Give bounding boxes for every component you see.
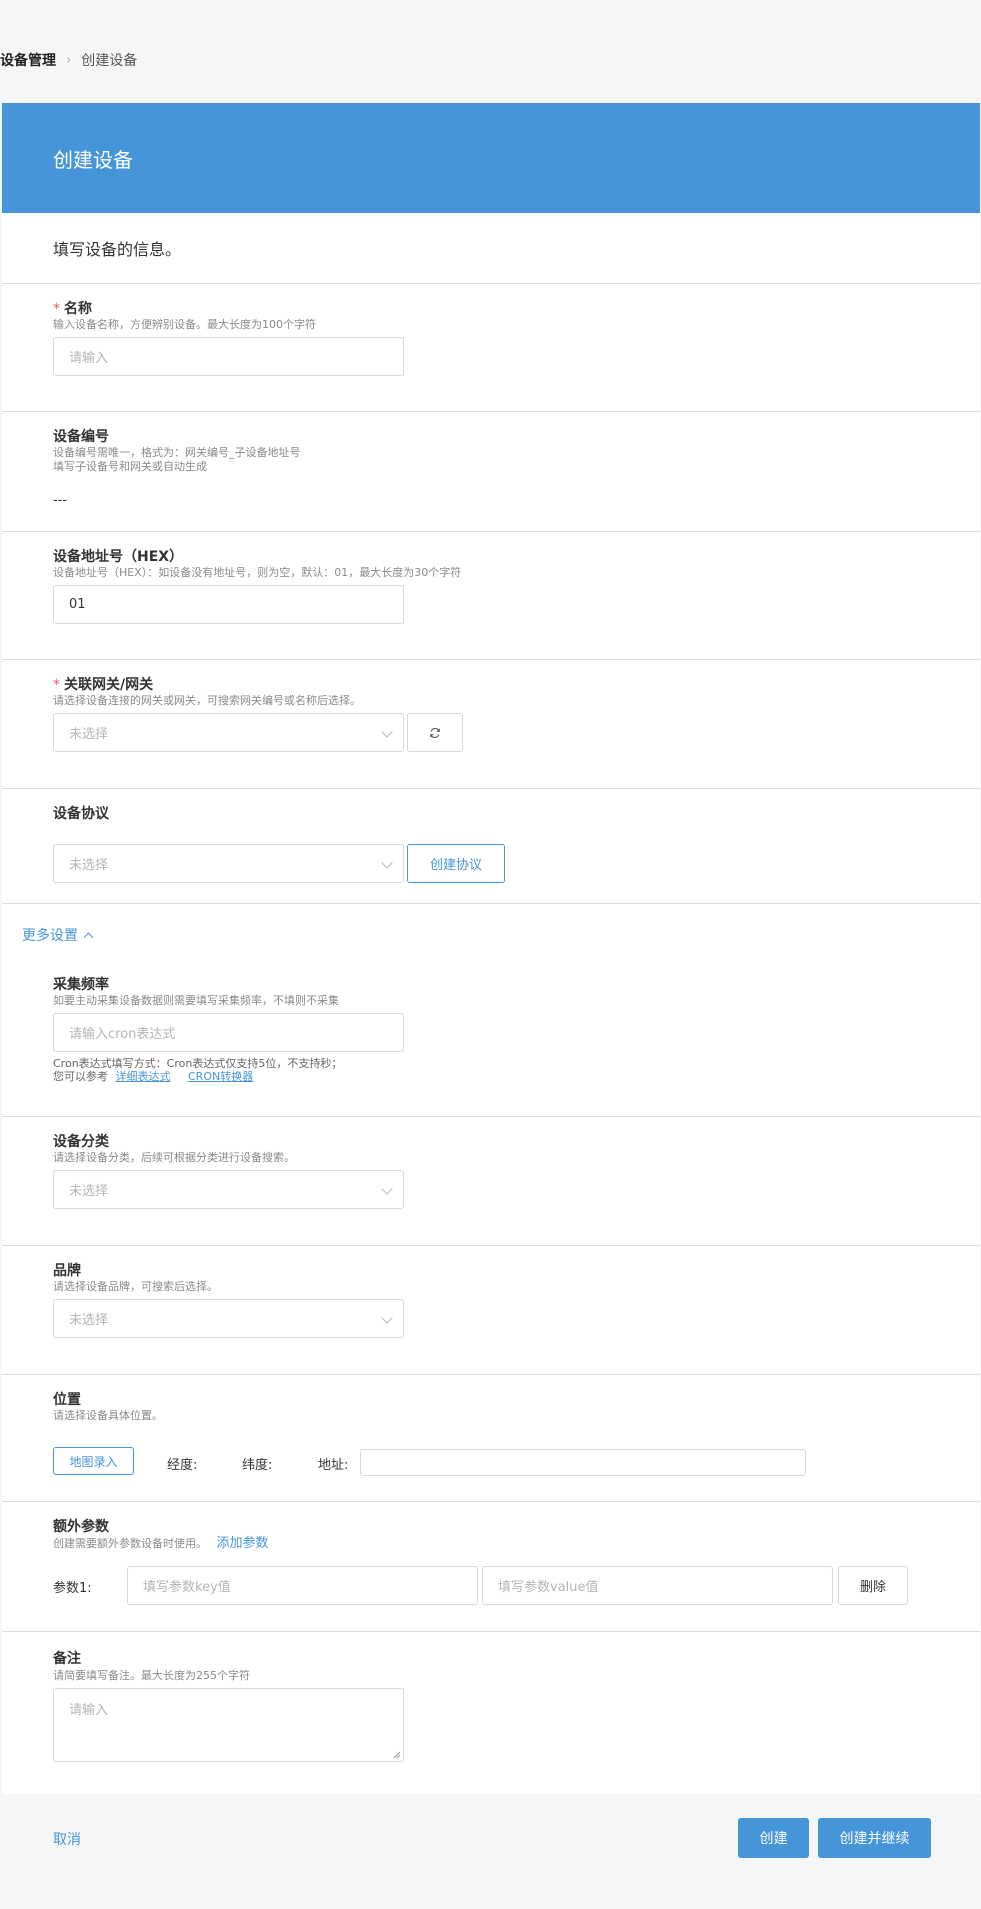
delete-param-button[interactable]: 删除: [838, 1566, 908, 1605]
form-intro: 填写设备的信息。: [2, 213, 980, 284]
name-input[interactable]: 请输入: [53, 337, 404, 376]
params-desc: 创建需要额外参数设备时使用。 添加参数: [53, 1536, 269, 1551]
gateway-title: * 关联网关/网关: [53, 677, 154, 693]
refresh-icon: [430, 727, 440, 738]
protocol-select[interactable]: 未选择: [53, 844, 404, 883]
form-card: 创建设备 填写设备的信息。 * 名称 输入设备名称，方便辨别设备。最大长度为100…: [2, 103, 980, 1794]
section-gateway: * 关联网关/网关 请选择设备连接的网关或网关，可搜索网关编号或名称后选择。 未选…: [2, 660, 980, 789]
section-device-code: 设备编号 设备编号需唯一，格式为：网关编号_子设备地址号 填写子设备号和网关或自…: [2, 412, 980, 532]
category-title: 设备分类: [53, 1134, 109, 1150]
resize-handle-icon: [393, 1751, 401, 1759]
remark-desc: 请简要填写备注。最大长度为255个字符: [53, 1669, 250, 1682]
breadcrumb-root[interactable]: 设备管理: [0, 50, 56, 70]
device-code-title: 设备编号: [53, 429, 109, 445]
category-select[interactable]: 未选择: [53, 1170, 404, 1209]
frequency-desc: 如要主动采集设备数据则需要填写采集频率，不填则不采集: [53, 994, 339, 1007]
params-title: 额外参数: [53, 1519, 109, 1535]
device-code-desc1: 设备编号需唯一，格式为：网关编号_子设备地址号: [53, 446, 301, 459]
form-footer: 取消 创建 创建并继续: [2, 1794, 980, 1884]
device-code-desc2: 填写子设备号和网关或自动生成: [53, 460, 207, 473]
required-mark: *: [53, 677, 60, 693]
address-title: 设备地址号（HEX）: [53, 549, 184, 565]
param-value-input[interactable]: 填写参数value值: [482, 1566, 833, 1605]
section-params: 额外参数 创建需要额外参数设备时使用。 添加参数 参数1: 填写参数key值 填…: [2, 1502, 980, 1632]
section-address: 设备地址号（HEX） 设备地址号（HEX）：如设备没有地址号，则为空，默认：01…: [2, 532, 980, 660]
device-code-value: ---: [53, 493, 68, 508]
cron-reference: 您可以参考 详细表达式 CRON转换器: [53, 1070, 254, 1083]
chevron-up-icon: [83, 932, 94, 942]
address-text-input[interactable]: [360, 1449, 806, 1476]
required-mark: *: [53, 301, 60, 317]
section-location: 位置 请选择设备具体位置。 地图录入 经度: 纬度: 地址:: [2, 1375, 980, 1502]
brand-desc: 请选择设备品牌，可搜索后选择。: [53, 1280, 218, 1293]
breadcrumb-current: 创建设备: [81, 53, 138, 69]
breadcrumb-chevron-icon: ›: [66, 52, 72, 68]
chevron-down-icon: [381, 726, 393, 738]
cron-input[interactable]: 请输入cron表达式: [53, 1013, 404, 1052]
address-input[interactable]: 01: [53, 585, 404, 624]
create-button[interactable]: 创建: [738, 1818, 809, 1858]
address-label: 地址:: [318, 1458, 349, 1473]
location-desc: 请选择设备具体位置。: [53, 1409, 163, 1422]
section-frequency: 采集频率 如要主动采集设备数据则需要填写采集频率，不填则不采集 请输入cron表…: [2, 968, 980, 1117]
brand-title: 品牌: [53, 1263, 81, 1279]
param-row-label: 参数1:: [53, 1581, 92, 1596]
page-title: 创建设备: [53, 147, 133, 172]
section-category: 设备分类 请选择设备分类，后续可根据分类进行设备搜索。 未选择: [2, 1117, 980, 1246]
section-brand: 品牌 请选择设备品牌，可搜索后选择。 未选择: [2, 1246, 980, 1375]
address-desc: 设备地址号（HEX）：如设备没有地址号，则为空，默认：01，最大长度为30个字符: [53, 566, 462, 579]
cron-hint: Cron表达式填写方式：Cron表达式仅支持5位，不支持秒；: [53, 1057, 343, 1070]
name-title: * 名称: [53, 301, 92, 317]
remark-title: 备注: [53, 1651, 81, 1667]
chevron-down-icon: [381, 1312, 393, 1324]
cron-converter-link[interactable]: CRON转换器: [188, 1070, 253, 1083]
refresh-button[interactable]: [407, 713, 463, 752]
latitude-label: 纬度:: [242, 1458, 273, 1473]
location-title: 位置: [53, 1392, 81, 1408]
longitude-label: 经度:: [167, 1458, 198, 1473]
breadcrumb: 设备管理 › 创建设备: [0, 50, 137, 70]
chevron-down-icon: [381, 857, 393, 869]
gateway-desc: 请选择设备连接的网关或网关，可搜索网关编号或名称后选择。: [53, 694, 361, 707]
page-header: 创建设备: [2, 103, 980, 213]
more-settings-toggle[interactable]: 更多设置: [22, 925, 94, 945]
cancel-button[interactable]: 取消: [53, 1829, 81, 1849]
name-desc: 输入设备名称，方便辨别设备。最大长度为100个字符: [53, 318, 316, 331]
frequency-title: 采集频率: [53, 977, 109, 993]
protocol-title: 设备协议: [53, 806, 109, 822]
category-desc: 请选择设备分类，后续可根据分类进行设备搜索。: [53, 1151, 295, 1164]
create-and-continue-button[interactable]: 创建并继续: [818, 1818, 931, 1858]
section-name: * 名称 输入设备名称，方便辨别设备。最大长度为100个字符 请输入: [2, 284, 980, 412]
section-protocol: 设备协议 未选择 创建协议: [2, 789, 980, 904]
section-remark: 备注 请简要填写备注。最大长度为255个字符 请输入: [2, 1632, 980, 1772]
param-key-input[interactable]: 填写参数key值: [127, 1566, 478, 1605]
add-param-link[interactable]: 添加参数: [217, 1536, 269, 1551]
map-entry-button[interactable]: 地图录入: [53, 1447, 134, 1475]
brand-select[interactable]: 未选择: [53, 1299, 404, 1338]
remark-textarea[interactable]: 请输入: [53, 1688, 404, 1762]
create-protocol-button[interactable]: 创建协议: [407, 844, 505, 883]
detail-expression-link[interactable]: 详细表达式: [116, 1070, 171, 1083]
gateway-select[interactable]: 未选择: [53, 713, 404, 752]
chevron-down-icon: [381, 1183, 393, 1195]
